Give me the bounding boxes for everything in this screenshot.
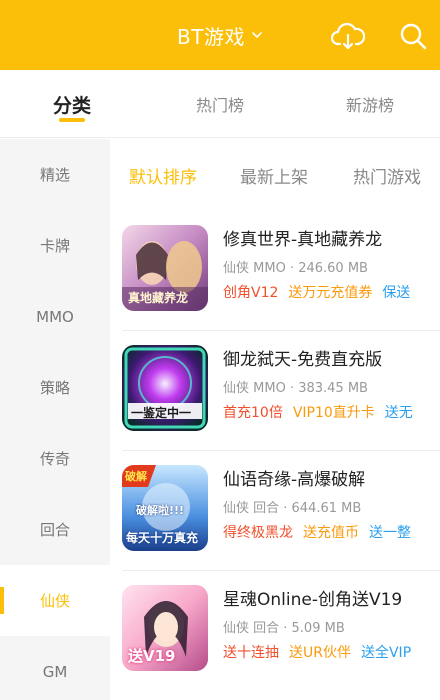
tag: 送无: [384, 405, 413, 421]
tab-hot-ranking[interactable]: 热门榜: [170, 70, 270, 138]
category-sidebar: 精选 卡牌 MMO 策略 传奇 回合 仙侠 GM: [0, 139, 110, 700]
category-dropdown[interactable]: BT游戏: [0, 0, 440, 70]
tag: 首充10倍: [223, 405, 283, 421]
active-tab-indicator: [59, 118, 85, 122]
game-meta: 仙侠 MMO · 383.45 MB: [223, 381, 368, 396]
tab-label: 热门榜: [195, 96, 244, 115]
tab-new-ranking[interactable]: 新游榜: [320, 70, 420, 138]
sidebar-item-turn-based[interactable]: 回合: [0, 494, 110, 565]
game-icon: 破解 破解啦!!! 每天十万真充: [122, 465, 208, 551]
tab-label: 新游榜: [345, 96, 394, 115]
sort-newest[interactable]: 最新上架: [240, 163, 308, 188]
tag: 送一整: [369, 525, 411, 541]
tag: 送UR伙伴: [289, 645, 351, 661]
tag: 创角V12: [223, 285, 279, 301]
game-list-item[interactable]: 一鉴定中一 御龙弑天-免费直充版 仙侠 MMO · 383.45 MB 首充10…: [110, 331, 440, 451]
sidebar-item-label: GM: [42, 662, 68, 681]
sort-popular[interactable]: 热门游戏: [353, 163, 421, 188]
sidebar-item-mmo[interactable]: MMO: [0, 281, 110, 352]
sort-options: 默认排序 最新上架 热门游戏: [110, 139, 440, 211]
game-icon: 真地藏养龙: [122, 225, 208, 311]
sidebar-item-label: 传奇: [39, 450, 70, 468]
sidebar-item-strategy[interactable]: 策略: [0, 352, 110, 423]
game-icon: 一鉴定中一: [122, 345, 208, 431]
tag: 送万元充值券: [288, 285, 373, 301]
page-title: BT游戏: [177, 24, 245, 49]
game-tags: 得终极黑龙 送充值币 送一整: [223, 522, 440, 546]
tag: 得终极黑龙: [223, 525, 293, 541]
game-meta: 仙侠 MMO · 246.60 MB: [223, 261, 368, 276]
sidebar-item-label: 仙侠: [39, 592, 70, 610]
cloud-download-icon[interactable]: [331, 22, 365, 50]
game-name: 修真世界-真地藏养龙: [223, 230, 383, 250]
game-tags: 首充10倍 VIP10直升卡 送无: [223, 402, 440, 426]
search-icon[interactable]: [399, 22, 427, 50]
sidebar-item-gm[interactable]: GM: [0, 636, 110, 700]
tag: VIP10直升卡: [292, 405, 375, 421]
game-meta: 仙侠 回合 · 5.09 MB: [223, 621, 345, 636]
game-name: 仙语奇缘-高爆破解: [223, 470, 366, 490]
tab-category[interactable]: 分类: [22, 70, 122, 138]
sidebar-item-xianxia[interactable]: 仙侠: [0, 565, 110, 636]
icon-caption: 送V19: [128, 647, 176, 665]
sidebar-item-label: MMO: [36, 307, 74, 326]
top-bar: BT游戏: [0, 0, 440, 70]
game-icon: 送V19: [122, 585, 208, 671]
sidebar-item-card[interactable]: 卡牌: [0, 210, 110, 281]
game-list-panel: 默认排序 最新上架 热门游戏 真地藏养龙 修真世界-真地藏养龙 仙侠 MMO ·…: [110, 139, 440, 700]
game-meta: 仙侠 回合 · 644.61 MB: [223, 501, 362, 516]
sidebar-item-featured[interactable]: 精选: [0, 139, 110, 210]
tag: 送全VIP: [360, 645, 412, 661]
chevron-down-icon: [252, 32, 262, 38]
icon-badge: 破解: [125, 470, 147, 483]
game-list-item[interactable]: 送V19 星魂Online-创角送V19 仙侠 回合 · 5.09 MB 送十连…: [110, 571, 440, 691]
game-tags: 送十连抽 送UR伙伴 送全VIP: [223, 642, 440, 666]
sidebar-item-label: 卡牌: [39, 237, 70, 255]
sidebar-item-legend[interactable]: 传奇: [0, 423, 110, 494]
sidebar-item-label: 精选: [39, 166, 70, 184]
icon-caption: 破解啦!!!: [136, 504, 185, 517]
game-tags: 创角V12 送万元充值券 保送: [223, 282, 440, 306]
main-tabs: 分类 热门榜 新游榜: [0, 70, 440, 138]
sidebar-item-label: 回合: [39, 521, 70, 539]
icon-caption: 每天十万真充: [126, 531, 199, 545]
game-list-item[interactable]: 真地藏养龙 修真世界-真地藏养龙 仙侠 MMO · 246.60 MB 创角V1…: [110, 211, 440, 331]
icon-caption: 真地藏养龙: [128, 291, 189, 305]
sidebar-item-label: 策略: [39, 379, 70, 397]
tag: 送充值币: [303, 525, 359, 541]
tag: 保送: [382, 285, 411, 301]
game-name: 星魂Online-创角送V19: [223, 590, 403, 610]
tab-label: 分类: [52, 94, 91, 117]
icon-caption: 一鉴定中一: [131, 406, 192, 420]
game-list-item[interactable]: 破解 破解啦!!! 每天十万真充 仙语奇缘-高爆破解 仙侠 回合 · 644.6…: [110, 451, 440, 571]
sort-default[interactable]: 默认排序: [129, 163, 197, 188]
tag: 送十连抽: [223, 645, 279, 661]
game-name: 御龙弑天-免费直充版: [223, 350, 383, 370]
